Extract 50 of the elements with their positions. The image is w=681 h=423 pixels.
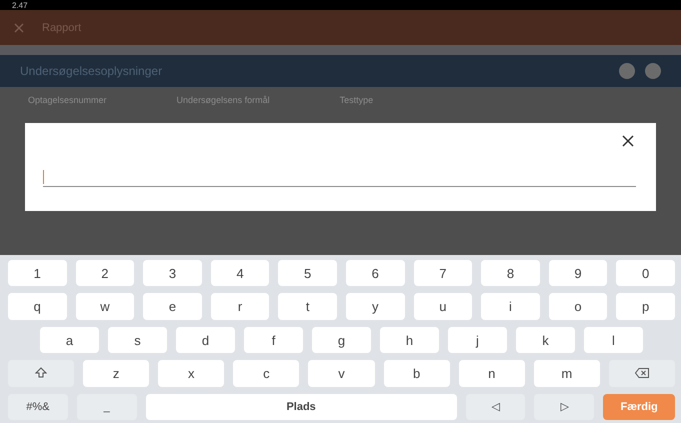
keyboard-key[interactable]: q: [8, 293, 67, 320]
keyboard-key[interactable]: w: [76, 293, 134, 320]
keyboard-key[interactable]: 7: [414, 260, 472, 286]
keyboard-key[interactable]: ◁: [466, 394, 526, 420]
keyboard-key[interactable]: b: [384, 360, 450, 387]
keyboard-key[interactable]: 4: [210, 260, 270, 286]
keyboard-key[interactable]: t: [278, 293, 337, 320]
space-key[interactable]: Plads: [146, 394, 457, 420]
keyboard-key[interactable]: d: [176, 326, 235, 354]
keyboard-key[interactable]: 5: [278, 260, 337, 286]
field-label: Testtype: [340, 95, 374, 107]
keyboard-key[interactable]: z: [83, 360, 150, 387]
keyboard-key[interactable]: v: [308, 360, 375, 387]
keyboard-key[interactable]: s: [108, 326, 167, 354]
keyboard-key[interactable]: j: [448, 326, 507, 354]
keyboard-key[interactable]: h: [380, 326, 439, 354]
keyboard-key[interactable]: u: [414, 293, 472, 320]
backspace-key[interactable]: [608, 360, 675, 387]
field-label: Optagelsesnummer: [28, 95, 107, 107]
keyboard-key[interactable]: 6: [346, 260, 405, 286]
keyboard-key[interactable]: r: [210, 293, 270, 320]
keyboard-key[interactable]: 2: [76, 260, 134, 286]
keyboard-key[interactable]: c: [233, 360, 300, 387]
field-label: Undersøgelsens formål: [176, 95, 270, 107]
keyboard-key[interactable]: a: [40, 326, 99, 354]
section-title: Undersøgelsesoplysninger: [20, 64, 162, 78]
keyboard-key[interactable]: k: [516, 326, 575, 354]
shift-icon: [35, 367, 48, 380]
keyboard-key[interactable]: 8: [481, 260, 540, 286]
status-time: 2.47: [12, 0, 28, 10]
backspace-icon: [634, 368, 649, 378]
keyboard-key[interactable]: 9: [548, 260, 608, 286]
keyboard-key[interactable]: i: [481, 293, 540, 320]
keyboard-key[interactable]: ▷: [534, 394, 594, 420]
keyboard-key[interactable]: e: [143, 293, 202, 320]
keyboard-key[interactable]: 3: [143, 260, 202, 286]
keyboard-key[interactable]: g: [312, 326, 371, 354]
keyboard-key[interactable]: 0: [616, 260, 675, 286]
keyboard-key[interactable]: 1: [8, 260, 67, 286]
keyboard-key[interactable]: f: [244, 326, 303, 354]
keyboard-key[interactable]: n: [458, 360, 525, 387]
keyboard-key[interactable]: m: [534, 360, 600, 387]
keyboard-key[interactable]: x: [158, 360, 224, 387]
keyboard-key[interactable]: y: [346, 293, 405, 320]
keyboard-key[interactable]: p: [616, 293, 675, 320]
keyboard-key[interactable]: #%&: [8, 394, 68, 420]
keyboard-key[interactable]: l: [584, 326, 643, 354]
keyboard-key[interactable]: _: [76, 394, 137, 420]
keyboard-key[interactable]: o: [548, 293, 608, 320]
close-icon[interactable]: [622, 135, 634, 147]
